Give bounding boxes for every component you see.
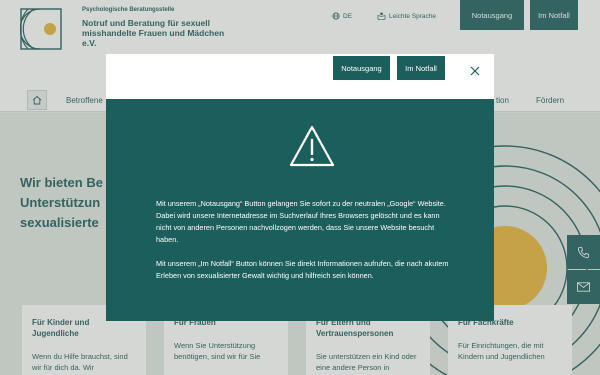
modal-paragraph-exit: Mit unserem „Notausgang“ Button gelangen… bbox=[156, 199, 446, 244]
close-icon bbox=[470, 66, 480, 76]
modal-exit-button[interactable]: Notausgang bbox=[333, 56, 390, 80]
modal-body: Mit unserem „Notausgang“ Button gelangen… bbox=[106, 99, 494, 321]
close-button[interactable] bbox=[468, 64, 482, 78]
modal-paragraph-emergency: Mit unserem „Im Notfall“ Button können S… bbox=[156, 259, 449, 280]
modal-emergency-button[interactable]: Im Notfall bbox=[397, 56, 445, 80]
warning-triangle-icon bbox=[289, 125, 335, 167]
modal-header: Notausgang Im Notfall bbox=[106, 54, 494, 99]
